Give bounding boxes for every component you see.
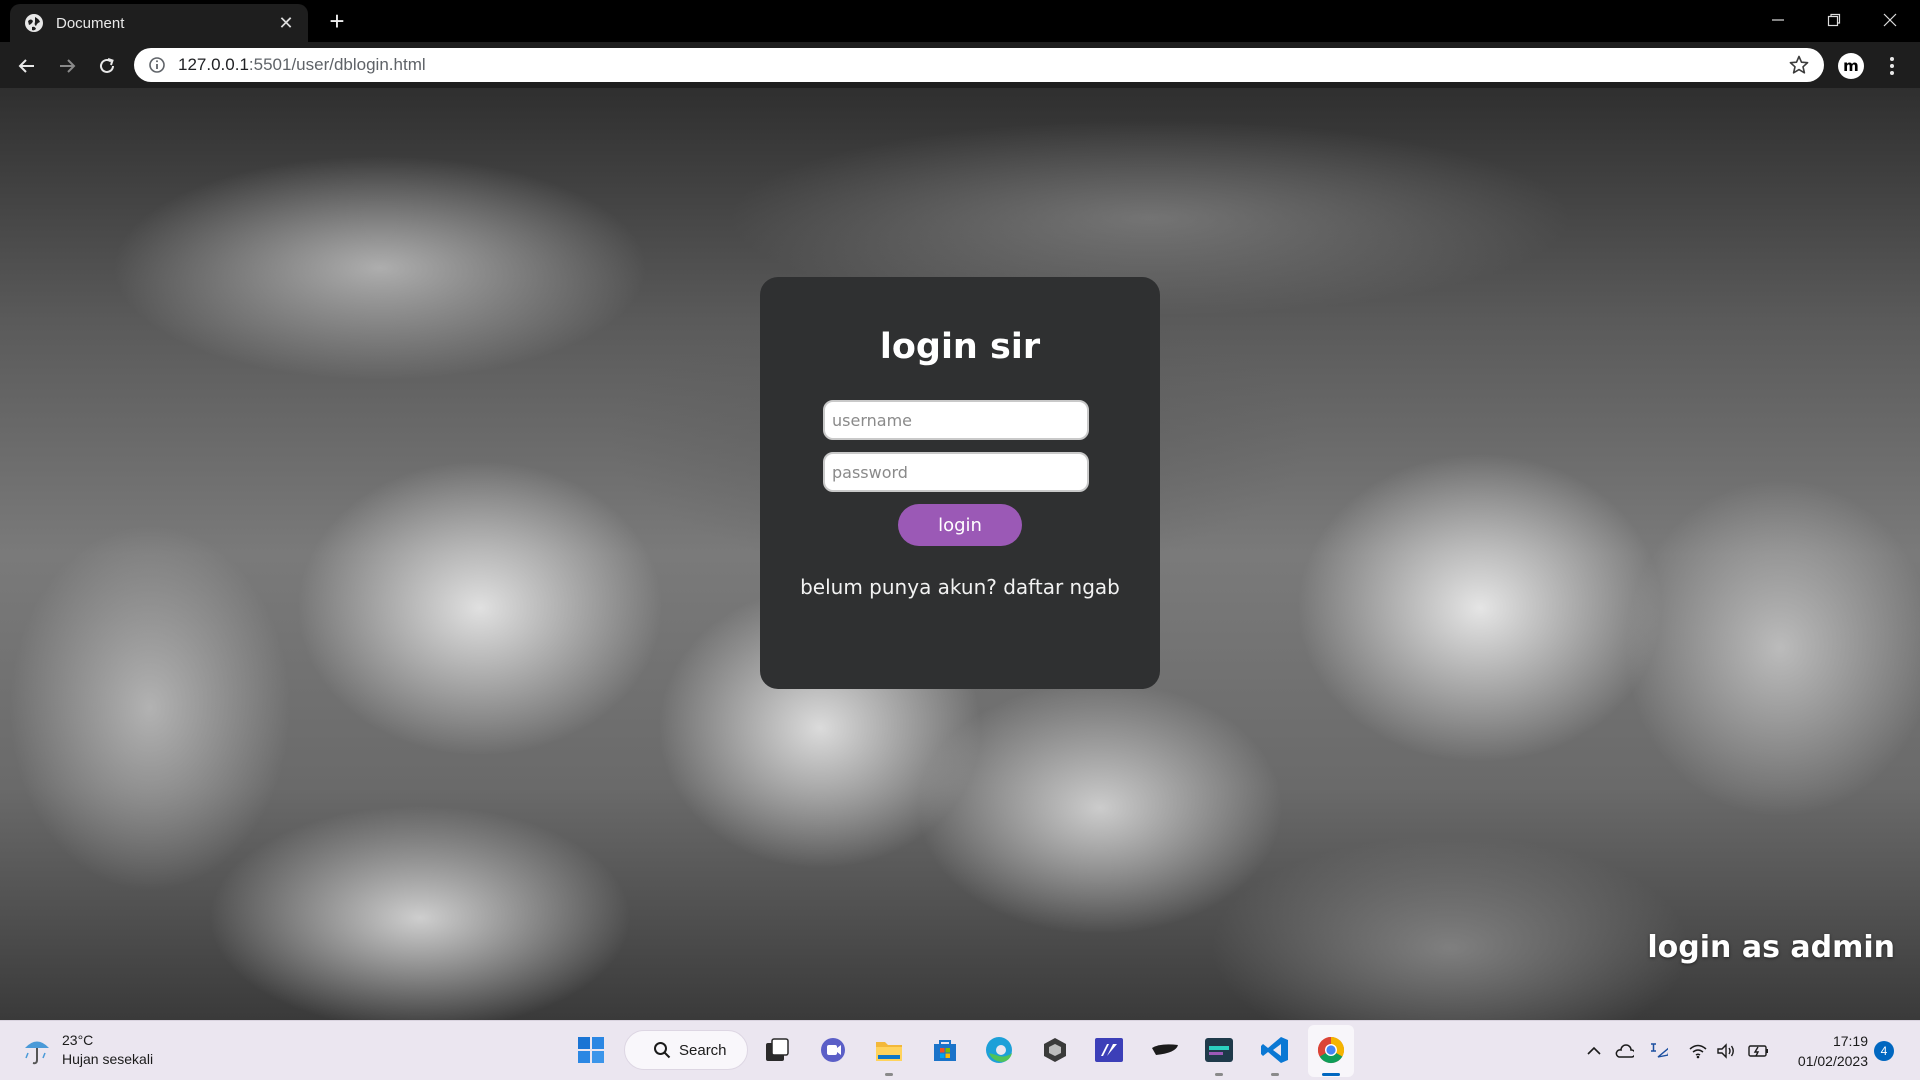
password-input[interactable] bbox=[823, 452, 1089, 492]
reload-button[interactable] bbox=[92, 51, 122, 81]
battery-tray[interactable] bbox=[1748, 1041, 1768, 1061]
restore-button[interactable] bbox=[1806, 4, 1862, 36]
url-text[interactable]: 127.0.0.1:5501/user/dblogin.html bbox=[178, 55, 1788, 75]
wifi-icon bbox=[1689, 1044, 1707, 1059]
rain-umbrella-icon bbox=[25, 1041, 49, 1065]
search-label: Search bbox=[679, 1041, 727, 1059]
windows-logo-icon bbox=[578, 1037, 604, 1063]
task-view-icon bbox=[766, 1038, 789, 1061]
battery-charging-icon bbox=[1748, 1045, 1768, 1057]
close-icon bbox=[1883, 13, 1897, 27]
restore-icon bbox=[1827, 13, 1841, 27]
running-indicator-explorer bbox=[885, 1073, 893, 1076]
start-button[interactable] bbox=[574, 1033, 608, 1067]
taskbar: 23°C Hujan sesekali Search 17:19 01/02/2… bbox=[0, 1020, 1920, 1080]
site-info-icon[interactable] bbox=[148, 56, 166, 74]
url-host: 127.0.0.1 bbox=[178, 55, 249, 74]
onedrive-tray[interactable] bbox=[1614, 1041, 1634, 1061]
address-bar[interactable]: 127.0.0.1:5501/user/dblogin.html bbox=[134, 48, 1824, 82]
forward-arrow-icon bbox=[60, 59, 76, 73]
taskbar-search[interactable]: Search bbox=[624, 1030, 748, 1070]
speaker-icon bbox=[1717, 1043, 1734, 1059]
cloud-icon bbox=[1615, 1044, 1634, 1058]
tool-icon bbox=[1152, 1044, 1178, 1055]
back-arrow-icon bbox=[18, 59, 34, 73]
chrome-button[interactable] bbox=[1314, 1033, 1348, 1067]
media-app-button[interactable] bbox=[1202, 1033, 1236, 1067]
register-link[interactable]: belum punya akun? daftar ngab bbox=[760, 575, 1160, 599]
browser-titlebar: Document ✕ + bbox=[0, 0, 1920, 42]
vs-icon bbox=[1095, 1038, 1123, 1062]
minimize-button[interactable] bbox=[1750, 4, 1806, 36]
reload-icon bbox=[100, 58, 114, 73]
close-tab-icon[interactable]: ✕ bbox=[276, 13, 296, 34]
teams-chat-button[interactable] bbox=[816, 1033, 850, 1067]
back-button[interactable] bbox=[12, 51, 42, 81]
browser-menu-button[interactable] bbox=[1880, 53, 1904, 79]
login-title: login sir bbox=[879, 327, 1041, 367]
dev-tool-button[interactable] bbox=[1092, 1033, 1126, 1067]
tool-button[interactable] bbox=[1148, 1033, 1182, 1067]
browser-tab[interactable]: Document ✕ bbox=[10, 4, 308, 42]
extension-icon[interactable]: m bbox=[1838, 53, 1864, 79]
bookmark-star-icon[interactable] bbox=[1788, 54, 1810, 76]
globe-icon bbox=[25, 14, 43, 32]
language-tray[interactable] bbox=[1648, 1041, 1668, 1061]
extension-label: m bbox=[1843, 57, 1859, 75]
chrome-icon bbox=[1317, 1036, 1345, 1064]
username-input[interactable] bbox=[823, 400, 1089, 440]
microsoft-store-icon bbox=[934, 1040, 956, 1061]
new-tab-button[interactable]: + bbox=[322, 6, 352, 36]
running-indicator-media bbox=[1215, 1073, 1223, 1076]
login-card: login sir login belum punya akun? daftar… bbox=[760, 277, 1160, 689]
forward-button[interactable] bbox=[52, 51, 82, 81]
weather-description: Hujan sesekali bbox=[62, 1051, 154, 1067]
microsoft-store-button[interactable] bbox=[928, 1033, 962, 1067]
minimize-icon bbox=[1772, 19, 1784, 21]
login-as-admin-link[interactable]: login as admin bbox=[1647, 930, 1895, 965]
browser-toolbar: 127.0.0.1:5501/user/dblogin.html m bbox=[0, 42, 1920, 88]
edge-button[interactable] bbox=[982, 1033, 1016, 1067]
page-background: login sir login belum punya akun? daftar… bbox=[0, 88, 1920, 1020]
more-vertical-icon bbox=[1890, 57, 1894, 75]
weather-widget[interactable]: 23°C Hujan sesekali bbox=[22, 1031, 153, 1069]
show-hidden-icons-button[interactable] bbox=[1584, 1041, 1604, 1061]
search-icon bbox=[654, 1042, 671, 1059]
file-explorer-icon bbox=[876, 1042, 902, 1061]
running-indicator-chrome bbox=[1322, 1073, 1340, 1076]
running-indicator-vscode bbox=[1271, 1073, 1279, 1076]
wifi-tray[interactable] bbox=[1688, 1041, 1708, 1061]
chevron-up-icon bbox=[1587, 1046, 1601, 1055]
clock[interactable]: 17:19 01/02/2023 bbox=[1788, 1031, 1868, 1071]
task-view-button[interactable] bbox=[760, 1033, 794, 1067]
unity-icon bbox=[1044, 1038, 1066, 1062]
tab-title: Document bbox=[56, 14, 125, 32]
clock-time: 17:19 bbox=[1832, 1033, 1868, 1049]
edge-icon bbox=[986, 1037, 1012, 1063]
url-path: :5501/user/dblogin.html bbox=[248, 55, 426, 74]
weather-temperature: 23°C bbox=[62, 1032, 94, 1048]
file-explorer-button[interactable] bbox=[872, 1033, 906, 1067]
close-window-button[interactable] bbox=[1862, 4, 1918, 36]
login-button[interactable]: login bbox=[898, 504, 1022, 546]
media-icon bbox=[1205, 1038, 1233, 1062]
vscode-icon bbox=[1261, 1037, 1288, 1063]
vscode-button[interactable] bbox=[1258, 1033, 1292, 1067]
unity-button[interactable] bbox=[1038, 1033, 1072, 1067]
volume-tray[interactable] bbox=[1716, 1041, 1736, 1061]
teams-chat-icon bbox=[821, 1038, 845, 1062]
notification-badge[interactable]: 4 bbox=[1874, 1041, 1894, 1061]
clock-date: 01/02/2023 bbox=[1797, 1053, 1868, 1069]
pen-input-icon bbox=[1651, 1043, 1668, 1058]
